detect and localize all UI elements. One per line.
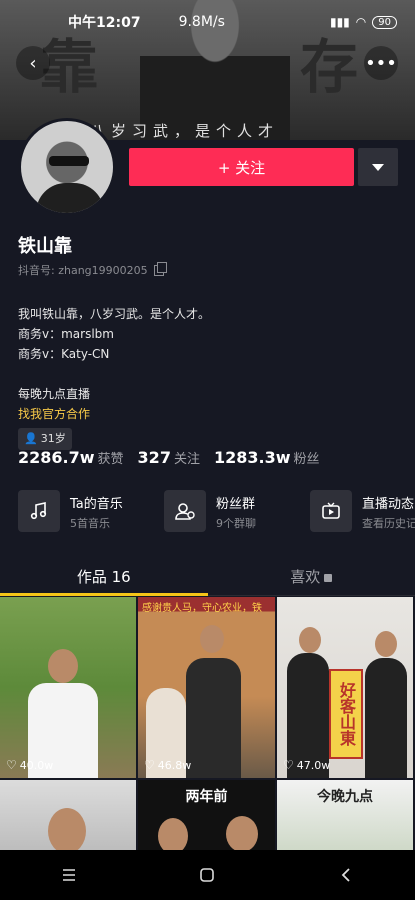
fan-group-icon: [164, 490, 206, 532]
status-bar: 中午12:07 9.8M/s ▮▮▮ ◠ 90: [0, 0, 415, 44]
bio-line: 商务v：Katy-CN: [18, 347, 110, 361]
follow-button[interactable]: + 关注: [129, 148, 354, 186]
douyin-id-text: 抖音号: zhang19900205: [18, 264, 148, 277]
heart-icon: ♡: [144, 758, 155, 772]
stat-followers[interactable]: 1283.3w 粉丝: [214, 448, 320, 467]
profile-name: 铁山靠: [18, 236, 72, 257]
heart-icon: ♡: [283, 758, 294, 772]
network-speed: 9.8M/s: [178, 14, 225, 30]
video-thumbnail[interactable]: 今晚九点: [277, 780, 413, 850]
feature-fan-group[interactable]: 粉丝群 9个群聊: [164, 490, 294, 532]
home-icon[interactable]: [192, 860, 222, 890]
feature-live-history[interactable]: 直播动态 查看历史记录: [310, 490, 415, 532]
age-tag-text: 31岁: [40, 432, 66, 445]
system-navigation-bar: [0, 850, 415, 900]
chevron-down-icon: [372, 163, 384, 171]
status-time: 中午12:07: [68, 15, 141, 31]
back-arrow-icon: ‹: [29, 52, 37, 74]
tab-works[interactable]: 作品 16: [0, 558, 208, 596]
more-options-button[interactable]: •••: [364, 46, 398, 80]
live-tv-icon: [310, 490, 352, 532]
video-grid: ♡ 40.0w 感谢贵人马，守心农业，铁 ♡ 46.8w 好客山東 ♡ 47.0w 两…: [0, 597, 415, 850]
official-cooperation-link[interactable]: 找我官方合作: [18, 404, 210, 424]
profile-stats: 2286.7w 获赞 327 关注 1283.3w 粉丝: [18, 448, 320, 467]
copy-icon[interactable]: [153, 261, 167, 276]
bio-line: 每晚九点直播: [18, 387, 91, 401]
music-note-icon: [18, 490, 60, 532]
back-button[interactable]: ‹: [16, 46, 50, 80]
menu-icon[interactable]: [54, 860, 84, 890]
video-thumbnail[interactable]: ♡ 40.0w: [0, 597, 136, 778]
bio-line: 我叫铁山靠，八岁习武。是个人才。: [18, 307, 211, 321]
wifi-icon: ◠: [355, 15, 367, 29]
status-icons: ▮▮▮ ◠ 90: [330, 15, 397, 29]
banner-caption: 八岁习武，是个人才: [90, 122, 280, 140]
heart-icon: ♡: [6, 758, 17, 772]
avatar[interactable]: [18, 118, 116, 216]
bio-line: 商务v：marslbm: [18, 327, 114, 341]
video-thumbnail[interactable]: 两年前: [138, 780, 275, 850]
video-thumbnail[interactable]: [0, 780, 136, 850]
recommend-dropdown-button[interactable]: [358, 148, 398, 186]
douyin-id[interactable]: 抖音号: zhang19900205: [18, 261, 167, 278]
age-tag: 👤 31岁: [18, 428, 72, 450]
battery-icon: 90: [372, 15, 397, 29]
feature-row: Ta的音乐 5首音乐 粉丝群 9个群聊 直播动态 查看历史记录: [18, 490, 415, 532]
more-dots-icon: •••: [365, 52, 397, 74]
feature-music[interactable]: Ta的音乐 5首音乐: [18, 490, 148, 532]
content-tabs: 作品 16 喜欢: [0, 558, 415, 596]
lock-icon: [324, 573, 333, 582]
video-thumbnail[interactable]: 好客山東 ♡ 47.0w: [277, 597, 413, 778]
person-icon: 👤: [24, 432, 38, 445]
profile-bio: 我叫铁山靠，八岁习武。是个人才。 商务v：marslbm 商务v：Katy-CN…: [18, 304, 210, 450]
video-thumbnail[interactable]: 感谢贵人马，守心农业，铁 ♡ 46.8w: [138, 597, 275, 778]
tab-likes[interactable]: 喜欢: [208, 558, 415, 595]
stat-likes[interactable]: 2286.7w 获赞: [18, 448, 124, 467]
back-icon[interactable]: [331, 860, 361, 890]
signal-icon: ▮▮▮: [329, 15, 350, 29]
stat-following[interactable]: 327 关注: [138, 448, 200, 467]
